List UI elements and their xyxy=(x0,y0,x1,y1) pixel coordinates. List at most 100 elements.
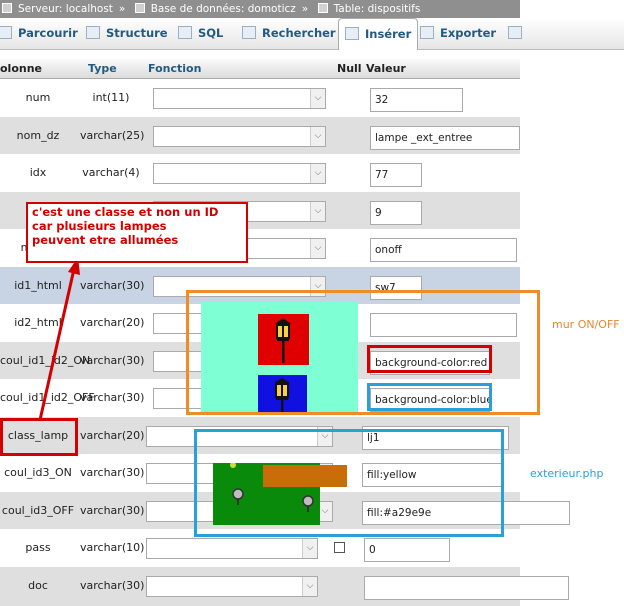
annotation-note: c'est une classe et non un ID car plusie… xyxy=(26,202,248,263)
arrow-icon xyxy=(38,257,80,421)
value-input[interactable]: fill:yellow xyxy=(362,463,502,487)
function-select[interactable]: ⌵ xyxy=(146,575,318,597)
database-icon xyxy=(134,3,145,13)
tab-exporter[interactable]: Exporter xyxy=(420,18,496,50)
function-select[interactable]: ⌵ xyxy=(146,425,333,447)
column-name: coul_id3_OFF xyxy=(1,503,75,517)
function-select[interactable]: ⌵ xyxy=(153,275,326,297)
table-row: doc varchar(30) ⌵ xyxy=(0,566,569,606)
table-icon xyxy=(317,3,328,13)
tab-more[interactable] xyxy=(508,18,528,50)
roof-bar xyxy=(263,465,347,487)
function-select[interactable]: ⌵ xyxy=(153,163,326,184)
value-input[interactable]: lj1 xyxy=(362,425,509,450)
chevron-down-icon: ⌵ xyxy=(310,239,325,258)
value-input[interactable]: background-color:red xyxy=(370,350,490,375)
chevron-down-icon: ⌵ xyxy=(302,576,317,596)
function-select[interactable]: ⌵ xyxy=(153,125,326,147)
header-function[interactable]: Fonction xyxy=(148,59,201,79)
column-type: varchar(30) xyxy=(80,503,145,517)
sql-icon xyxy=(178,26,192,39)
chevron-down-icon: ⌵ xyxy=(310,126,325,146)
column-type: varchar(30) xyxy=(80,578,145,592)
column-name: pass xyxy=(25,541,51,554)
column-type: varchar(20) xyxy=(80,428,145,442)
table-row: pass varchar(10) ⌵ 0 xyxy=(0,529,520,567)
column-name: class_lamp xyxy=(7,428,69,442)
structure-icon xyxy=(86,26,100,39)
chevron-down-icon: ⌵ xyxy=(310,164,325,183)
column-name: nom_dz xyxy=(16,128,60,142)
breadcrumb-database[interactable]: Base de données: domoticz xyxy=(151,3,296,15)
export-icon xyxy=(420,26,434,39)
tab-label: Parcourir xyxy=(18,26,78,40)
table-row: nom_dz varchar(25) ⌵ lampe _ext_entree xyxy=(0,116,520,154)
chevron-down-icon: ⌵ xyxy=(310,276,325,296)
chevron-down-icon: ⌵ xyxy=(302,539,317,558)
lamp-off-preview xyxy=(258,375,307,412)
note-line-1: c'est une classe et non un ID xyxy=(32,205,219,219)
insert-icon xyxy=(345,27,359,40)
lantern-icon xyxy=(275,318,291,363)
tab-label: Rechercher xyxy=(262,26,336,40)
breadcrumb-separator: » xyxy=(301,3,309,15)
column-type: varchar(10) xyxy=(80,541,145,554)
value-input[interactable] xyxy=(364,575,569,600)
value-input[interactable]: lampe _ext_entree xyxy=(370,125,520,150)
tab-sql[interactable]: SQL xyxy=(178,18,223,50)
value-input[interactable]: 32 xyxy=(370,88,463,112)
value-input[interactable]: onoff xyxy=(370,238,517,262)
lamp-preview xyxy=(201,302,358,412)
value-input[interactable]: 0 xyxy=(364,538,450,562)
value-input[interactable]: 77 xyxy=(370,163,422,187)
breadcrumb-table[interactable]: Table: dispositifs xyxy=(334,3,421,15)
chevron-down-icon: ⌵ xyxy=(310,201,325,221)
chevron-down-icon: ⌵ xyxy=(317,426,332,446)
note-line-3: peuvent etre allumées xyxy=(32,233,179,247)
more-icon xyxy=(508,26,522,39)
tab-label: Exporter xyxy=(440,26,497,40)
column-name: idx xyxy=(29,166,47,179)
tab-bar: Parcourir Structure SQL Rechercher Insér… xyxy=(0,18,624,50)
function-select[interactable]: ⌵ xyxy=(146,538,318,559)
column-type: varchar(25) xyxy=(80,128,145,142)
label-exterieur: exterieur.php xyxy=(530,467,604,480)
tab-parcourir[interactable]: Parcourir xyxy=(0,18,78,50)
browse-icon xyxy=(0,26,12,39)
lantern-icon xyxy=(274,378,290,412)
header-type[interactable]: Type xyxy=(88,59,117,79)
header-null: Null xyxy=(337,62,362,75)
label-mur-on-off: mur ON/OFF xyxy=(552,318,620,331)
column-type: varchar(4) xyxy=(82,166,140,179)
tab-inserer[interactable]: Insérer xyxy=(338,18,419,50)
null-checkbox[interactable] xyxy=(334,542,345,553)
header-column: olonne xyxy=(0,62,43,75)
note-line-2: car plusieurs lampes xyxy=(32,219,167,233)
tab-label: Structure xyxy=(106,26,168,40)
breadcrumb: Serveur: localhost » Base de données: dom… xyxy=(0,0,520,18)
column-type: varchar(30) xyxy=(80,466,145,479)
column-name: doc xyxy=(28,578,48,592)
breadcrumb-separator: » xyxy=(118,3,126,15)
chevron-down-icon: ⌵ xyxy=(310,89,325,108)
tab-label: SQL xyxy=(198,26,224,40)
lamp-on-preview xyxy=(258,314,309,365)
value-input[interactable]: fill:#a29e9e xyxy=(362,500,570,525)
table-row: idx varchar(4) ⌵ 77 xyxy=(0,154,520,192)
column-name: num xyxy=(25,91,51,104)
value-input[interactable] xyxy=(370,313,517,337)
value-input[interactable]: background-color:blue xyxy=(370,388,490,412)
tab-rechercher[interactable]: Rechercher xyxy=(242,18,336,50)
search-icon xyxy=(242,26,256,39)
value-input[interactable]: sw7 xyxy=(370,275,422,300)
value-input[interactable]: 9 xyxy=(370,200,422,225)
function-select[interactable]: ⌵ xyxy=(153,88,326,109)
header-value: Valeur xyxy=(366,62,406,75)
table-row: num int(11) ⌵ 32 xyxy=(0,79,520,117)
column-name: coul_id3_ON xyxy=(4,466,72,479)
column-type: int(11) xyxy=(92,91,130,104)
tab-label: Insérer xyxy=(365,27,412,41)
breadcrumb-server[interactable]: Serveur: localhost xyxy=(18,3,113,15)
tab-structure[interactable]: Structure xyxy=(86,18,168,50)
server-icon xyxy=(2,3,12,13)
